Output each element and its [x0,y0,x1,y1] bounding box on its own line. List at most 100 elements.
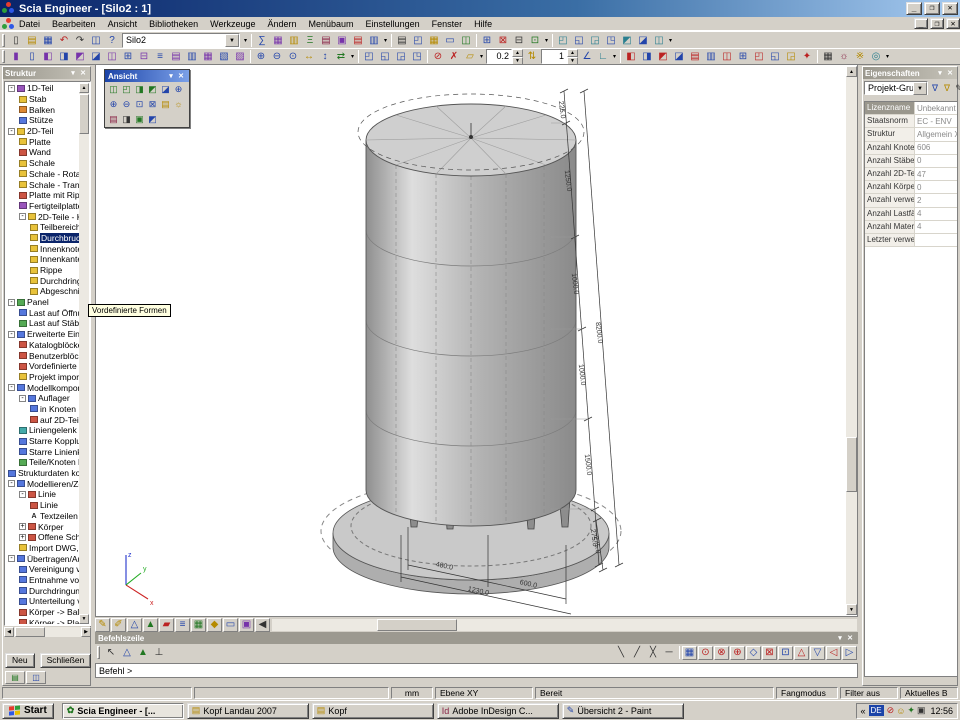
status-cell[interactable]: Fangmodus [776,687,838,699]
layout-icon[interactable]: ◫ [458,33,474,48]
menu-item[interactable]: Ändern [261,18,302,30]
tree-item[interactable]: Starre Linienkopp [6,446,79,457]
open-view-icon[interactable]: ▤ [159,98,172,111]
connect-members-icon[interactable]: ◧ [623,49,639,64]
messenger-icon[interactable]: ☺ [896,706,905,716]
view-window-7-icon[interactable]: ◫ [651,33,667,48]
window-layout-icon[interactable]: ◫ [88,33,104,48]
shrink-members-icon[interactable]: ▦ [200,49,216,64]
tree-item[interactable]: Projekt importiere [6,372,79,383]
zoom-window-icon[interactable]: ⊙ [285,49,301,64]
model-data-icon[interactable]: ▧ [216,49,232,64]
scrollbar-thumb[interactable] [377,619,457,631]
redo-icon[interactable]: ↷ [72,33,88,48]
scroll-up-icon[interactable]: ▲ [846,66,857,77]
scroll-up-icon[interactable]: ▲ [79,83,89,93]
menu-item[interactable]: Ansicht [102,18,144,30]
cross-tool-icon[interactable]: ╳ [645,645,661,660]
child-close-button[interactable]: ✕ [946,18,960,29]
zoom-all-icon[interactable]: ⊠ [146,98,159,111]
zoom-window-icon[interactable]: ⊡ [133,98,146,111]
tree-item[interactable]: - Auflager [6,393,79,404]
tracking-icon[interactable]: ◎ [868,49,884,64]
viewport-vertical-scrollbar[interactable]: ▲ ▼ [846,66,857,615]
display-labels-icon[interactable]: ◪ [88,49,104,64]
menu-item[interactable]: Hilfe [468,18,498,30]
save-picture-icon[interactable]: ◱ [377,49,393,64]
ansicht-palette-titlebar[interactable]: Ansicht ▾ ✕ [105,70,189,82]
tree-item[interactable]: - Erweiterte Eingabe [6,329,79,340]
tree-item[interactable]: Benutzerblöcke [6,350,79,361]
property-row[interactable]: Anzahl Lastfäll.. 4 [865,208,957,221]
close-button[interactable]: ✕ [942,2,958,15]
calculation-icon[interactable]: ∑ [254,33,270,48]
snap-arc-icon[interactable]: △ [794,646,809,660]
taskbar-task-button[interactable]: ▤ Kopf [312,703,434,719]
property-row[interactable]: Anzahl Stäbe: 0 [865,155,957,168]
tree-item[interactable]: Liniengelenk auf [6,425,79,436]
combobox-dropdown-icon[interactable]: ▼ [913,82,927,95]
tree-expand-icon[interactable]: + [19,534,26,541]
display-grid-icon[interactable]: ⊟ [136,49,152,64]
move-tool-icon[interactable]: ◲ [783,49,799,64]
rectangle-icon[interactable]: ▭ [223,618,238,632]
draw-poly-icon[interactable]: ✐ [111,618,126,632]
menu-item[interactable]: Werkzeuge [204,18,261,30]
tray-chevron-icon[interactable]: « [861,706,866,716]
display-axes-icon[interactable]: ⊞ [120,49,136,64]
taskbar-task-button[interactable]: Id Adobe InDesign C... [437,703,559,719]
spinner-up-icon[interactable]: ▲ [567,49,578,57]
tree-item[interactable]: Unterteilung von [6,596,79,607]
tree-item[interactable]: A Textzeilen [6,511,79,522]
combobox-dropdown-icon[interactable]: ▼ [225,34,239,47]
tree-item[interactable]: Durchdringung vo [6,585,79,596]
delete-selection-icon[interactable]: ⊘ [430,49,446,64]
cut-icon[interactable]: ⊠ [495,33,511,48]
display-nodes-icon[interactable]: ▮ [8,49,24,64]
tree-item[interactable]: - Modellkomponenten [6,382,79,393]
property-preset-combobox[interactable]: Projekt-Grundd ▼ [864,81,928,95]
toolbar-grip[interactable] [97,646,100,659]
language-indicator[interactable]: DE [869,705,884,716]
view-side-icon[interactable]: ◨ [133,83,146,96]
view-axo-icon[interactable]: ◩ [146,83,159,96]
tree-expand-icon[interactable]: - [8,85,15,92]
view-perspective-icon[interactable]: ◪ [159,83,172,96]
property-row[interactable]: Lizenzname Unbekannt [865,102,957,115]
display-loads-icon[interactable]: ◩ [72,49,88,64]
mirror-tool-icon[interactable]: ✦ [799,49,815,64]
tree-item[interactable]: - 1D-Teil [6,83,79,94]
select-poly-icon[interactable]: △ [119,645,135,660]
mesh-icon[interactable]: ▦ [270,33,286,48]
scroll-down-icon[interactable]: ▼ [846,604,857,615]
taskbar-task-button[interactable]: ▤ Kopf Landau 2007 [187,703,309,719]
undo-icon[interactable]: ↶ [56,33,72,48]
paste-icon[interactable]: ⊟ [511,33,527,48]
property-row[interactable]: Struktur Allgemein X. [865,128,957,141]
open-icon[interactable]: ▤ [24,33,40,48]
project-combobox[interactable]: Silo2 ▼ [122,33,240,48]
levels-icon[interactable]: ≡ [175,618,190,632]
toolbar-overflow-icon[interactable]: ▾ [884,53,891,60]
start-button[interactable]: Start [2,703,54,719]
tree-item[interactable]: - 2D-Teil [6,126,79,137]
perpendicular-icon[interactable]: ⊥ [151,645,167,660]
tree-item[interactable]: Vereinigung von [6,564,79,575]
tree-item[interactable]: + Körper [6,521,79,532]
node-icon[interactable]: △ [127,618,142,632]
snap-intersection-icon[interactable]: ⊕ [730,646,745,660]
tree-item[interactable]: Vordefinierte For [6,361,79,372]
tree-item[interactable]: Innenknoten [6,243,79,254]
light-icon[interactable]: ☼ [172,98,185,111]
rib-tool-icon[interactable]: ▤ [687,49,703,64]
menu-item[interactable]: Menübaum [303,18,360,30]
picture-to-gallery-icon[interactable]: ◲ [393,49,409,64]
tree-item[interactable]: Körper -> Balken [6,607,79,618]
surface-icon[interactable]: ▲ [143,618,158,632]
status-cell[interactable]: Filter aus [840,687,898,699]
print-picture-icon[interactable]: ◳ [409,49,425,64]
ansicht-palette[interactable]: Ansicht ▾ ✕ ◫◰◨◩◪⊕ ⊕⊖⊡⊠▤☼ ▤◨▣◩ [104,69,190,128]
libraries-icon[interactable]: ▤ [318,33,334,48]
property-row[interactable]: Anzahl verwen.. 2 [865,194,957,207]
status-cell[interactable]: Ebene XY [435,687,533,699]
